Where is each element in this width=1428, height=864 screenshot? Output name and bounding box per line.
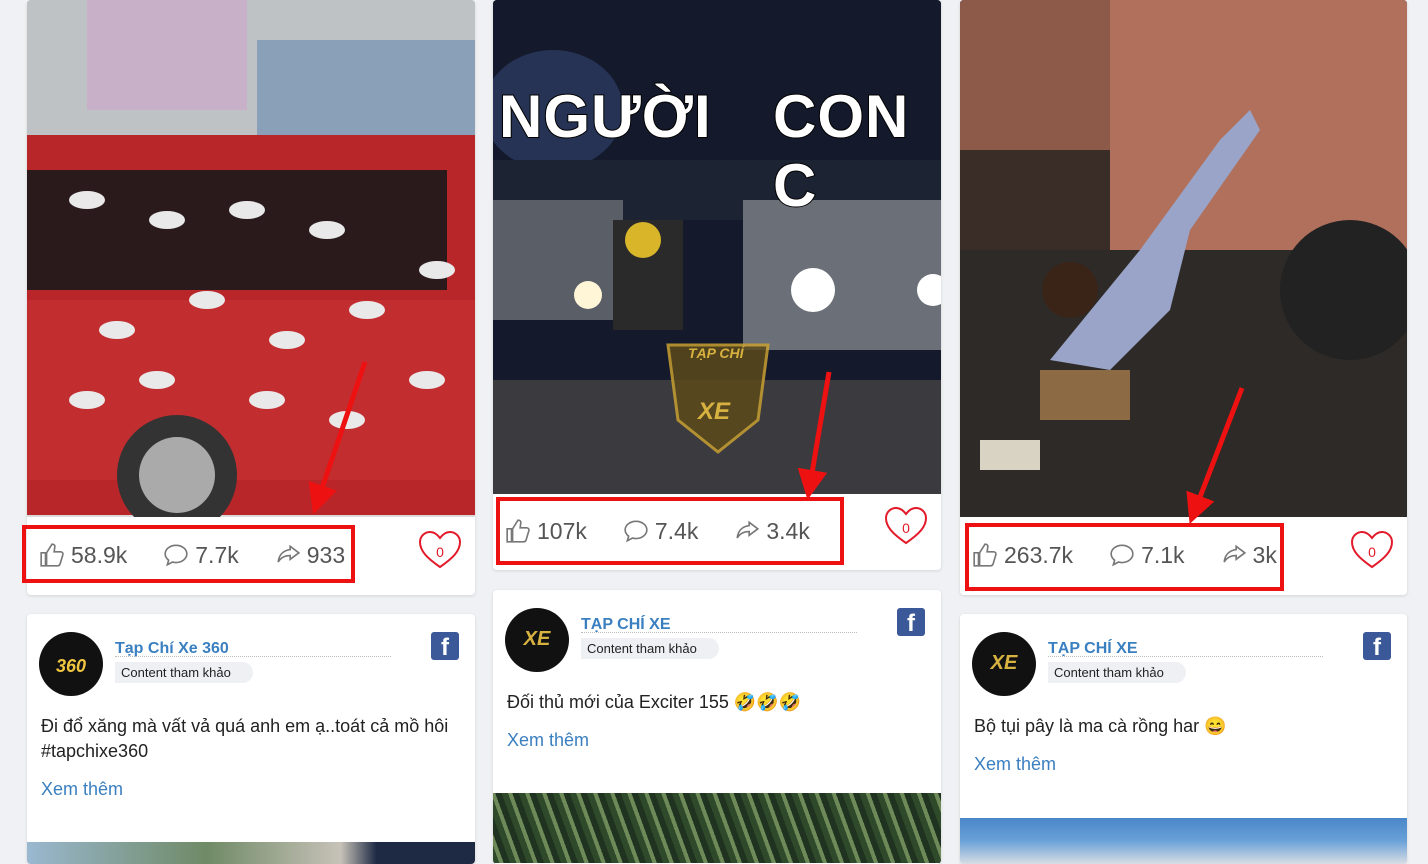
post-image-night-traffic[interactable]: NGƯỜI CON C TẠP CHÍ XE	[493, 0, 941, 494]
post-card-5: XE TẠP CHÍ XE Content tham khảo f Đối th…	[493, 590, 941, 864]
watermark-badge-top: TẠP CHÍ	[688, 345, 744, 361]
see-more-link[interactable]: Xem thêm	[507, 730, 589, 751]
avatar[interactable]: XE	[972, 632, 1036, 696]
heart-button[interactable]: 0	[1349, 530, 1395, 570]
avatar-label: 360	[55, 656, 87, 676]
post-card-4: 360 Tạp Chí Xe 360 Content tham khảo f Đ…	[27, 614, 475, 864]
heart-count: 0	[902, 520, 910, 536]
heart-count: 0	[1368, 544, 1376, 560]
image-caption-left: NGƯỜI	[498, 82, 712, 151]
post-image-preview[interactable]	[493, 793, 941, 863]
facebook-icon[interactable]: f	[431, 632, 459, 661]
post-header: 360 Tạp Chí Xe 360 Content tham khảo f	[39, 632, 463, 702]
facebook-icon[interactable]: f	[897, 608, 925, 637]
heart-button[interactable]: 0	[417, 530, 463, 570]
post-card-1: 58.9k 7.7k 933 0	[27, 0, 475, 595]
red-car-illustration	[27, 0, 475, 517]
avatar[interactable]: 360	[39, 632, 103, 696]
post-image-sparkle-car[interactable]	[960, 0, 1407, 517]
avatar-label: XE	[990, 652, 1018, 674]
content-tag: Content tham khảo	[581, 638, 719, 659]
divider	[115, 656, 391, 657]
heart-button[interactable]: 0	[883, 506, 929, 546]
heart-count: 0	[436, 544, 444, 560]
post-image-preview[interactable]	[27, 842, 475, 864]
content-tag: Content tham khảo	[115, 662, 253, 683]
post-card-2: NGƯỜI CON C TẠP CHÍ XE 107k 7.4k 3.4k 0	[493, 0, 941, 570]
post-image-preview[interactable]	[960, 818, 1407, 864]
post-text: Bộ tụi pây là ma cà rồng har 😄	[974, 716, 1227, 736]
post-card-6: XE TẠP CHÍ XE Content tham khảo f Bộ tụi…	[960, 614, 1407, 864]
divider	[1048, 656, 1323, 657]
post-text: Đối thủ mới của Exciter 155 🤣🤣🤣	[507, 692, 802, 712]
divider	[581, 632, 857, 633]
image-caption-right: CON C	[772, 82, 910, 220]
post-image-red-car[interactable]	[27, 0, 475, 517]
post-text: Đi đổ xăng mà vất vả quá anh em ạ..toát …	[41, 716, 449, 761]
see-more-link[interactable]: Xem thêm	[41, 779, 123, 800]
highlight-box-3	[965, 523, 1284, 591]
avatar-label: XE	[523, 628, 551, 650]
post-header: XE TẠP CHÍ XE Content tham khảo f	[505, 608, 929, 678]
avatar[interactable]: XE	[505, 608, 569, 672]
watermark-badge-bottom: XE	[698, 398, 731, 425]
facebook-icon[interactable]: f	[1363, 632, 1391, 661]
see-more-link[interactable]: Xem thêm	[974, 754, 1056, 775]
sparkle-car-illustration	[960, 0, 1407, 517]
highlight-box-1	[22, 525, 355, 583]
content-tag: Content tham khảo	[1048, 662, 1186, 683]
highlight-box-2	[496, 497, 844, 565]
post-header: XE TẠP CHÍ XE Content tham khảo f	[972, 632, 1395, 702]
post-card-3: 263.7k 7.1k 3k 0	[960, 0, 1407, 595]
